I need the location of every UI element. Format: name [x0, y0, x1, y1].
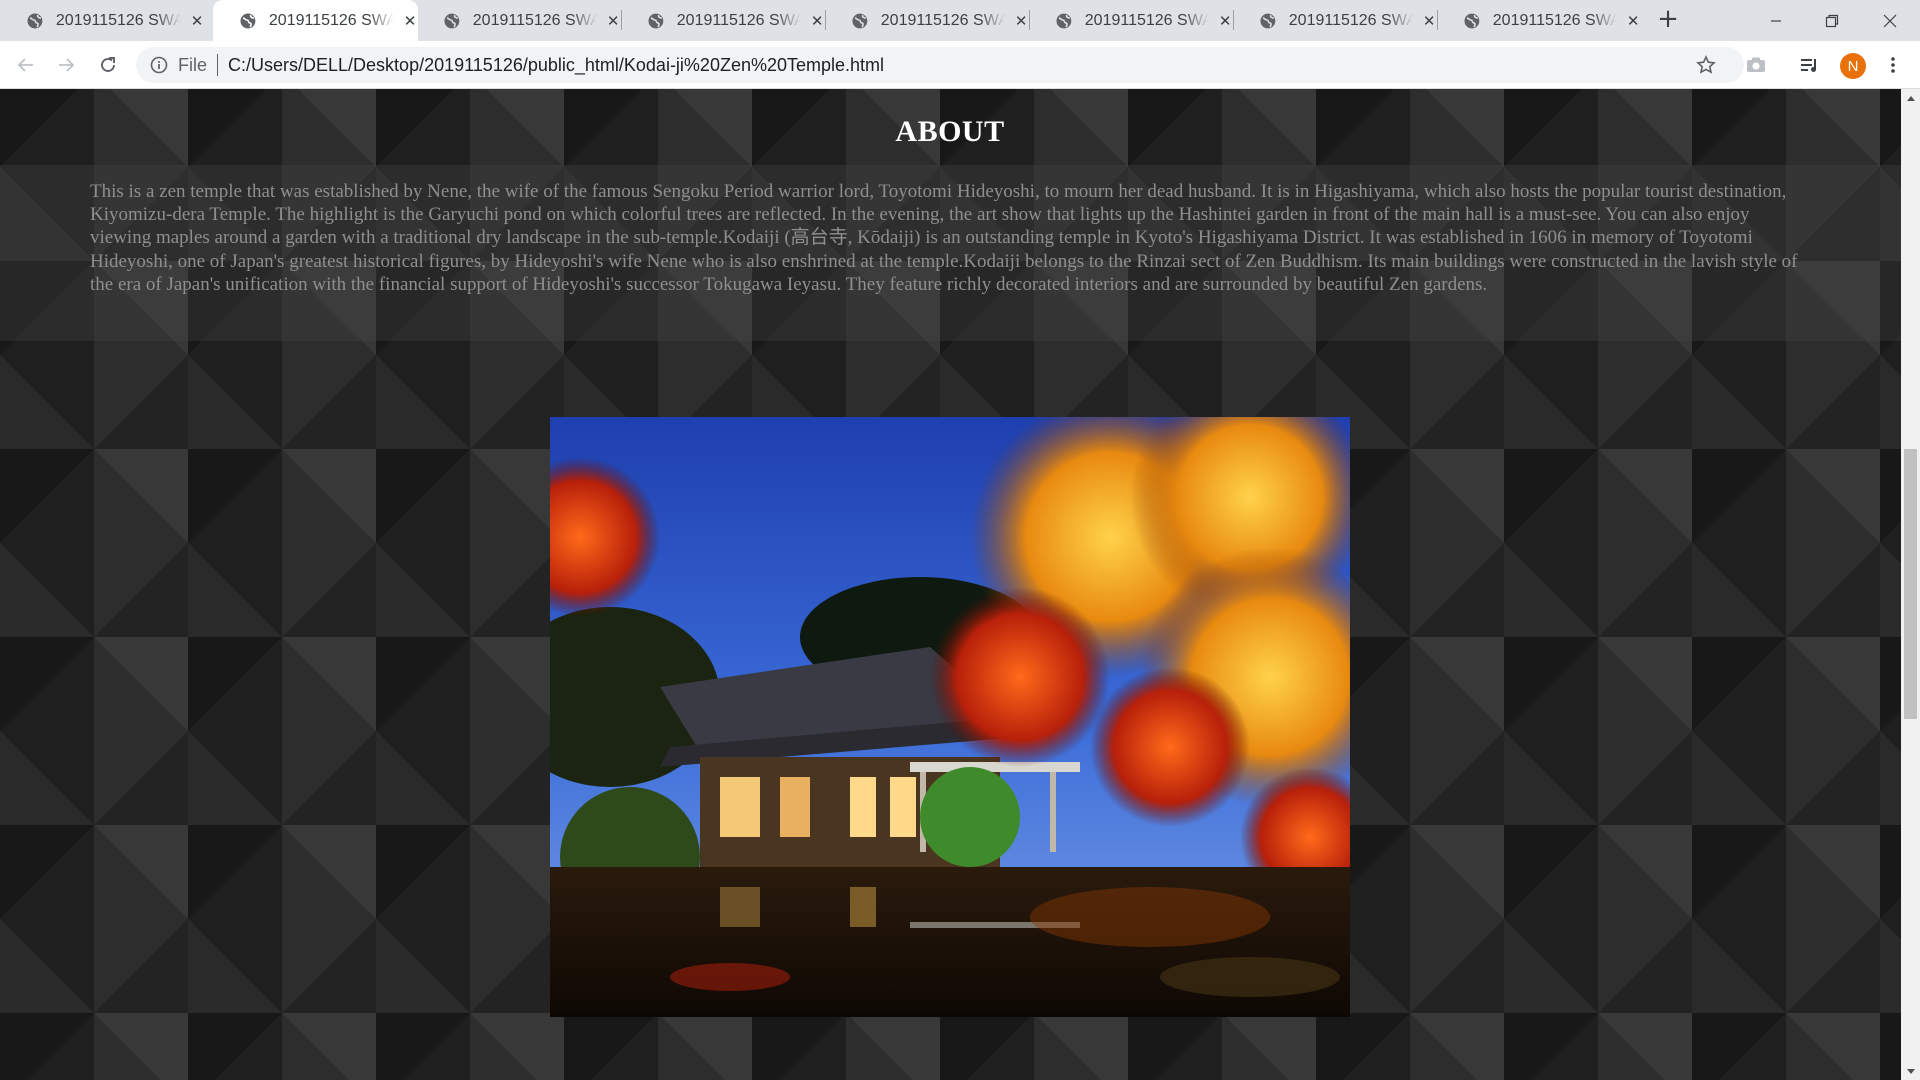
scroll-down-button[interactable] [1901, 1063, 1920, 1080]
browser-toolbar: File C:/Users/DELL/Desktop/2019115126/pu… [0, 41, 1920, 89]
tab-title: 2019115126 SWAN [1492, 11, 1618, 29]
new-tab-button[interactable]: + [1654, 6, 1682, 34]
browser-tab[interactable]: 2019115126 SWAN ✕ [825, 0, 1029, 41]
globe-icon [1260, 13, 1276, 28]
scroll-up-button[interactable] [1901, 89, 1920, 106]
temple-illustration [550, 417, 1350, 1017]
restore-button[interactable] [1804, 0, 1860, 41]
tab-title: 2019115126 SWAN [472, 11, 598, 29]
tab-title: 2019115126 SWAN [268, 11, 395, 29]
browser-tab[interactable]: 2019115126 SWAN ✕ [417, 0, 621, 41]
page-viewport: ABOUT This is a zen temple that was esta… [0, 89, 1901, 1080]
address-bar[interactable]: File C:/Users/DELL/Desktop/2019115126/pu… [136, 47, 1744, 83]
close-window-button[interactable] [1862, 0, 1918, 41]
tab-close-icon[interactable]: ✕ [605, 12, 621, 30]
minimize-button[interactable] [1748, 0, 1804, 41]
globe-icon [648, 13, 664, 28]
tab-title: 2019115126 SWAN [55, 11, 182, 29]
scrollbar-thumb[interactable] [1904, 449, 1917, 719]
reload-icon [101, 57, 115, 72]
tab-title: 2019115126 SWAN [1288, 11, 1414, 29]
info-icon[interactable] [150, 56, 168, 74]
tab-close-icon[interactable]: ✕ [1421, 12, 1437, 30]
bookmark-star-button[interactable] [1692, 47, 1720, 83]
forward-button[interactable] [52, 51, 80, 79]
media-controls-button[interactable] [1796, 51, 1824, 79]
caret-up-icon [1906, 95, 1915, 101]
globe-icon [852, 13, 868, 28]
minimize-icon [1771, 19, 1781, 22]
screenshot-extension-button[interactable] [1742, 51, 1770, 79]
browser-tab[interactable]: 2019115126 SWAN ✕ [1029, 0, 1233, 41]
browser-tab-active[interactable]: 2019115126 SWAN ✕ [213, 0, 418, 41]
tab-close-icon[interactable]: ✕ [1217, 12, 1233, 30]
browser-tab[interactable]: 2019115126 SWAN ✕ [1437, 0, 1641, 41]
page-scrollbar[interactable] [1901, 89, 1920, 1080]
tab-title: 2019115126 SWAN [1084, 11, 1210, 29]
globe-icon [444, 13, 460, 28]
more-vert-icon [1891, 57, 1895, 73]
scheme-label: File [178, 54, 208, 75]
tab-close-icon[interactable]: ✕ [1625, 12, 1641, 30]
star-icon [1696, 55, 1716, 74]
tab-title: 2019115126 SWAN [880, 11, 1006, 29]
tab-close-icon[interactable]: ✕ [402, 12, 418, 30]
arrow-right-icon [59, 58, 75, 72]
tab-title: 2019115126 SWAN [676, 11, 802, 29]
globe-icon [240, 13, 256, 28]
browser-menu-button[interactable] [1879, 51, 1907, 79]
globe-icon [1056, 13, 1072, 28]
close-icon [1883, 14, 1897, 27]
address-separator [217, 54, 219, 76]
tab-close-icon[interactable]: ✕ [1013, 12, 1029, 30]
camera-icon [1747, 57, 1765, 72]
caret-down-icon [1906, 1068, 1915, 1074]
back-button[interactable] [12, 51, 40, 79]
restore-icon [1825, 14, 1839, 27]
browser-tab[interactable]: 2019115126 SWAN ✕ [1233, 0, 1437, 41]
globe-icon [1464, 13, 1480, 28]
tab-close-icon[interactable]: ✕ [809, 12, 825, 30]
globe-icon [27, 13, 43, 28]
about-heading: ABOUT [895, 115, 1005, 148]
browser-tab[interactable]: 2019115126 SWAN ✕ [621, 0, 825, 41]
browser-tab[interactable]: 2019115126 SWAN ✕ [0, 0, 205, 41]
arrow-left-icon [17, 58, 33, 72]
profile-avatar[interactable]: N [1840, 53, 1866, 79]
url-text[interactable]: C:/Users/DELL/Desktop/2019115126/public_… [228, 55, 884, 76]
tab-strip: 2019115126 SWAN ✕ 2019115126 SWAN ✕ 2019… [0, 0, 1920, 41]
about-paragraph: This is a zen temple that was establishe… [90, 181, 1798, 295]
reload-button[interactable] [94, 51, 122, 79]
tab-close-icon[interactable]: ✕ [189, 12, 205, 30]
playlist-icon [1801, 59, 1816, 72]
temple-photo [550, 417, 1350, 1017]
